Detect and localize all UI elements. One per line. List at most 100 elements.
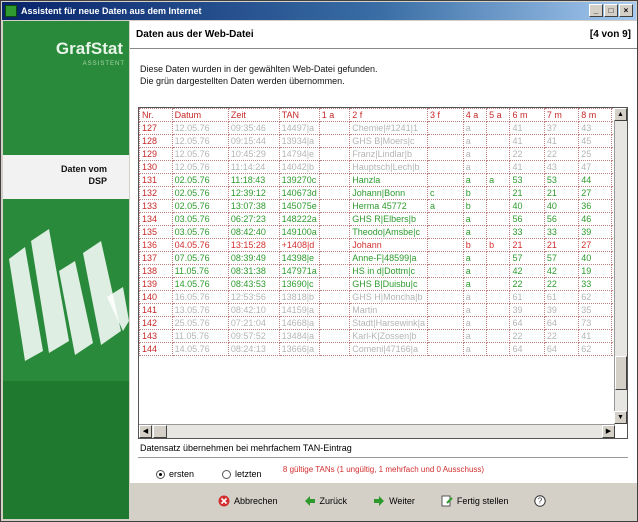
table-row[interactable]: 129 12.05.76 10:45:29 14794|e Franz|Lindlar|… (139, 147, 627, 161)
table-cell[interactable]: Karl-K|Zossen|b (349, 329, 428, 343)
table-cell[interactable]: 40 (543, 199, 580, 213)
table-cell[interactable]: 06:27:23 (227, 212, 280, 226)
table-cell[interactable]: 40 (578, 251, 612, 265)
col-header[interactable]: 1 a (318, 108, 351, 122)
table-cell[interactable]: 41 (509, 121, 545, 135)
table-cell[interactable] (427, 173, 464, 187)
table-cell[interactable]: 12.05.76 (171, 147, 229, 161)
table-cell[interactable]: GHS B|Duisbu|c (349, 277, 428, 291)
table-cell[interactable]: 41 (509, 160, 545, 174)
table-cell[interactable]: 139270c (278, 173, 320, 187)
table-cell[interactable] (486, 251, 511, 265)
table-cell[interactable]: 10:45:29 (227, 147, 280, 161)
table-cell[interactable]: Anne-F|48599|a (349, 251, 428, 265)
col-header[interactable]: Zeit (227, 108, 280, 122)
row-number-cell[interactable]: 141 (139, 303, 173, 317)
table-row[interactable]: 136 04.05.76 13:15:28 +1408|d Johann b b 21 21 27… (139, 238, 627, 252)
table-cell[interactable] (427, 212, 464, 226)
table-cell[interactable] (427, 316, 464, 330)
table-cell[interactable]: Hauptsch|Lech|b (349, 160, 428, 174)
table-row[interactable]: 138 11.05.76 08:31:38 147971a HS in d|Dottm|… (139, 264, 627, 278)
row-number-cell[interactable]: 138 (139, 264, 173, 278)
table-row[interactable]: 134 03.05.76 06:27:23 148222a GHS R|Elbers|b… (139, 212, 627, 226)
table-cell[interactable]: 47 (578, 160, 612, 174)
table-cell[interactable]: a (462, 173, 488, 187)
table-cell[interactable]: 14794|e (278, 147, 320, 161)
table-cell[interactable]: 21 (509, 238, 545, 252)
table-cell[interactable]: 57 (509, 251, 545, 265)
vertical-scrollbar[interactable]: ▲ ▼ (614, 108, 627, 424)
table-cell[interactable]: 12:53:56 (227, 290, 280, 304)
table-cell[interactable]: Johann (349, 238, 428, 252)
table-cell[interactable]: GHS R|Elbers|b (349, 212, 428, 226)
title-bar[interactable]: Assistent für neue Daten aus dem Interne… (2, 2, 636, 20)
table-cell[interactable]: 07:21:04 (227, 316, 280, 330)
table-cell[interactable]: 11.05.76 (171, 329, 229, 343)
table-cell[interactable]: a (486, 173, 511, 187)
table-row[interactable]: 139 14.05.76 08:43:53 13690|c GHS B|Duisbu|c… (139, 277, 627, 291)
table-cell[interactable]: 04.05.76 (171, 238, 229, 252)
table-cell[interactable] (318, 134, 351, 148)
table-cell[interactable]: 53 (543, 173, 580, 187)
table-cell[interactable]: 27 (578, 186, 612, 200)
table-cell[interactable]: Martin (349, 303, 428, 317)
horizontal-scrollbar[interactable]: ◀ ▶ (139, 424, 615, 438)
table-cell[interactable]: 41 (543, 134, 580, 148)
table-cell[interactable]: a (427, 199, 464, 213)
table-cell[interactable]: 33 (578, 277, 612, 291)
table-cell[interactable]: 13.05.76 (171, 303, 229, 317)
table-cell[interactable]: 62 (578, 290, 612, 304)
table-cell[interactable] (427, 225, 464, 239)
table-cell[interactable] (486, 225, 511, 239)
table-cell[interactable]: 39 (543, 303, 580, 317)
table-cell[interactable] (427, 147, 464, 161)
table-row[interactable]: 127 12.05.76 09:35:46 14497|a Chemie|#1241|1… (139, 121, 627, 135)
table-cell[interactable]: 08:42:40 (227, 225, 280, 239)
table-row[interactable]: 130 12.05.76 11:14:24 14042|b Hauptsch|Lech|… (139, 160, 627, 174)
table-cell[interactable]: 64 (543, 316, 580, 330)
table-cell[interactable]: 25.05.76 (171, 316, 229, 330)
row-number-cell[interactable]: 137 (139, 251, 173, 265)
table-cell[interactable]: 149100a (278, 225, 320, 239)
col-header[interactable]: TAN (278, 108, 320, 122)
table-cell[interactable]: b (486, 238, 511, 252)
table-cell[interactable]: 43 (543, 160, 580, 174)
row-number-cell[interactable]: 128 (139, 134, 173, 148)
table-cell[interactable]: a (462, 134, 488, 148)
table-row[interactable]: 142 25.05.76 07:21:04 14668|a Stadt|Harsewin… (139, 316, 627, 330)
table-cell[interactable]: Hanzla (349, 173, 428, 187)
vertical-scroll-thumb[interactable] (615, 356, 627, 390)
table-cell[interactable]: GHS B|Moers|c (349, 134, 428, 148)
table-cell[interactable] (318, 160, 351, 174)
table-cell[interactable] (318, 290, 351, 304)
col-header[interactable]: 6 m (509, 108, 545, 122)
row-number-cell[interactable]: 130 (139, 160, 173, 174)
table-cell[interactable]: 19 (578, 264, 612, 278)
row-number-cell[interactable]: 142 (139, 316, 173, 330)
table-cell[interactable]: 08:39:49 (227, 251, 280, 265)
table-cell[interactable] (486, 290, 511, 304)
table-cell[interactable] (486, 264, 511, 278)
table-cell[interactable] (318, 199, 351, 213)
table-cell[interactable]: 13690|c (278, 277, 320, 291)
scroll-up-button[interactable]: ▲ (614, 108, 627, 121)
col-header[interactable]: 3 f (427, 108, 464, 122)
table-cell[interactable]: 64 (509, 342, 545, 356)
table-cell[interactable]: 14.05.76 (171, 277, 229, 291)
table-cell[interactable]: +1408|d (278, 238, 320, 252)
col-header[interactable]: Datum (171, 108, 229, 122)
table-cell[interactable]: a (462, 147, 488, 161)
table-cell[interactable] (318, 264, 351, 278)
table-cell[interactable] (318, 173, 351, 187)
table-cell[interactable] (486, 121, 511, 135)
table-cell[interactable]: 08:24:13 (227, 342, 280, 356)
table-cell[interactable]: 62 (578, 342, 612, 356)
table-cell[interactable]: Comeni|47166|a (349, 342, 428, 356)
scroll-down-button[interactable]: ▼ (614, 411, 627, 424)
table-cell[interactable]: 46 (578, 212, 612, 226)
table-cell[interactable]: 64 (543, 342, 580, 356)
table-cell[interactable]: 37 (543, 121, 580, 135)
table-cell[interactable]: 12.05.76 (171, 134, 229, 148)
table-cell[interactable]: 33 (509, 225, 545, 239)
table-cell[interactable]: 12.05.76 (171, 121, 229, 135)
